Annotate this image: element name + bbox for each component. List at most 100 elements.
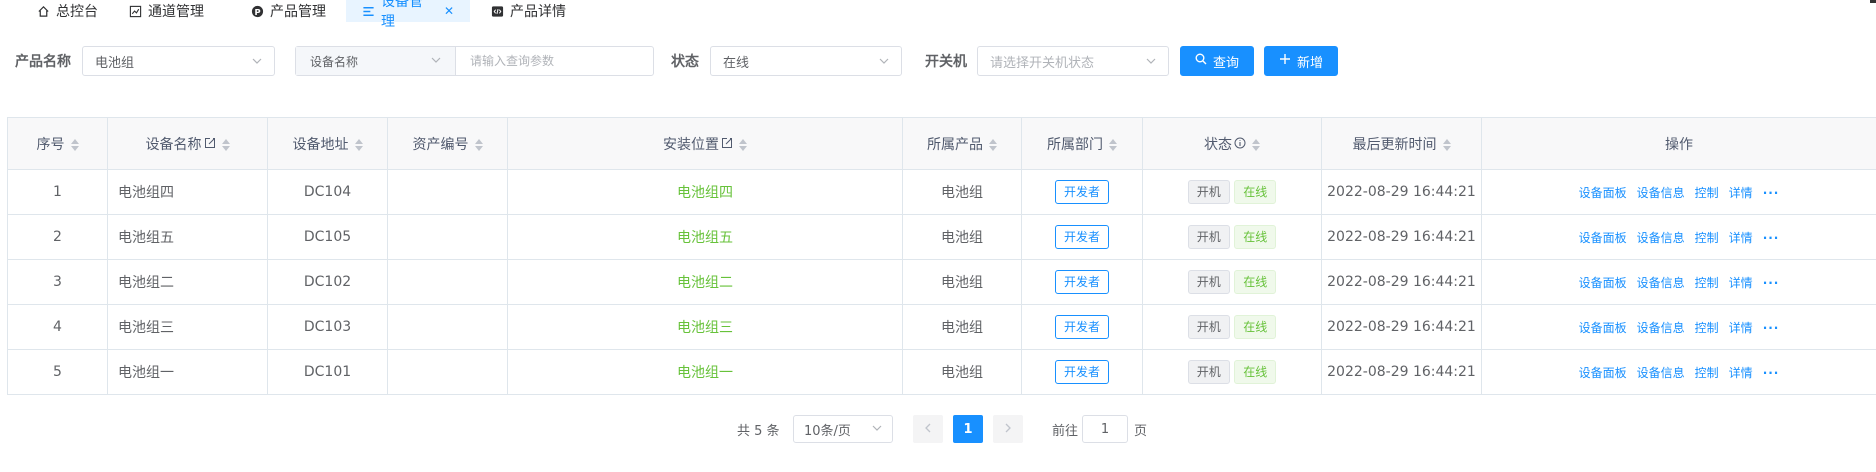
location-link[interactable]: 电池组一 bbox=[677, 365, 733, 381]
cell-product: 电池组 bbox=[902, 349, 1022, 395]
device-info-link[interactable]: 设备信息 bbox=[1637, 366, 1685, 380]
cell-index: 3 bbox=[7, 259, 108, 305]
header-dept[interactable]: 所属部门 bbox=[1021, 117, 1143, 170]
dept-tag: 开发者 bbox=[1054, 180, 1109, 204]
control-link[interactable]: 控制 bbox=[1695, 231, 1719, 245]
chevron-down-icon bbox=[1146, 56, 1156, 66]
sort-icon[interactable] bbox=[1252, 138, 1260, 151]
power-tag: 开机 bbox=[1187, 315, 1230, 339]
device-info-link[interactable]: 设备信息 bbox=[1637, 186, 1685, 200]
page-1-button[interactable]: 1 bbox=[953, 415, 983, 443]
more-icon[interactable]: ··· bbox=[1763, 366, 1780, 380]
cell-index: 2 bbox=[7, 214, 108, 260]
sort-icon[interactable] bbox=[989, 138, 997, 151]
goto-prefix: 前往 bbox=[1052, 423, 1079, 439]
sort-icon[interactable] bbox=[221, 138, 230, 151]
header-index[interactable]: 序号 bbox=[7, 117, 108, 170]
chevron-left-icon bbox=[924, 422, 932, 437]
tab-device[interactable]: 设备管理 ✕ bbox=[346, 0, 470, 30]
device-info-link[interactable]: 设备信息 bbox=[1637, 231, 1685, 245]
cell-address: DC104 bbox=[267, 169, 388, 215]
sort-icon[interactable] bbox=[1109, 138, 1117, 151]
close-icon[interactable]: ✕ bbox=[444, 4, 454, 18]
control-link[interactable]: 控制 bbox=[1695, 186, 1719, 200]
control-link[interactable]: 控制 bbox=[1695, 276, 1719, 290]
dept-tag: 开发者 bbox=[1054, 315, 1109, 339]
location-link[interactable]: 电池组五 bbox=[677, 230, 733, 246]
control-link[interactable]: 控制 bbox=[1695, 366, 1719, 380]
device-panel-link[interactable]: 设备面板 bbox=[1579, 231, 1627, 245]
add-button[interactable]: 新增 bbox=[1264, 46, 1338, 76]
header-label: 安装位置 bbox=[663, 136, 719, 153]
header-status[interactable]: 状态 bbox=[1142, 117, 1322, 170]
next-page-button[interactable] bbox=[993, 415, 1023, 443]
info-icon[interactable] bbox=[1234, 137, 1246, 153]
detail-link[interactable]: 详情 bbox=[1729, 276, 1753, 290]
header-asset[interactable]: 资产编号 bbox=[387, 117, 508, 170]
detail-link[interactable]: 详情 bbox=[1729, 321, 1753, 335]
device-search-combo: 设备名称 bbox=[295, 46, 654, 76]
cell-product: 电池组 bbox=[902, 259, 1022, 305]
tab-label: 产品管理 bbox=[270, 4, 326, 20]
cell-address: DC103 bbox=[267, 304, 388, 350]
header-product[interactable]: 所属产品 bbox=[902, 117, 1022, 170]
cell-dept: 开发者 bbox=[1021, 259, 1143, 305]
device-panel-link[interactable]: 设备面板 bbox=[1579, 186, 1627, 200]
more-icon[interactable]: ··· bbox=[1763, 321, 1780, 335]
cell-status: 开机 在线 bbox=[1142, 259, 1322, 305]
power-tag: 开机 bbox=[1187, 360, 1230, 384]
device-search-input[interactable] bbox=[456, 47, 653, 75]
device-panel-link[interactable]: 设备面板 bbox=[1579, 321, 1627, 335]
control-link[interactable]: 控制 bbox=[1695, 321, 1719, 335]
more-icon[interactable]: ··· bbox=[1763, 276, 1780, 290]
header-name[interactable]: 设备名称 bbox=[107, 117, 268, 170]
online-tag: 在线 bbox=[1234, 225, 1277, 249]
table-row: 2 电池组五 DC105 电池组五 电池组 开发者 开机 在线 2022-08-… bbox=[7, 214, 1876, 260]
chart-icon bbox=[128, 4, 142, 18]
detail-link[interactable]: 详情 bbox=[1729, 366, 1753, 380]
status-select-value: 在线 bbox=[723, 55, 750, 71]
location-link[interactable]: 电池组四 bbox=[677, 185, 733, 201]
home-icon bbox=[36, 4, 50, 18]
product-select[interactable]: 电池组 bbox=[82, 46, 275, 76]
switch-select[interactable]: 请选择开关机状态 bbox=[977, 46, 1169, 76]
location-link[interactable]: 电池组三 bbox=[677, 320, 733, 336]
header-label: 设备地址 bbox=[292, 136, 349, 153]
tab-dashboard[interactable]: 总控台 bbox=[36, 0, 98, 22]
cell-product: 电池组 bbox=[902, 169, 1022, 215]
cell-address: DC102 bbox=[267, 259, 388, 305]
query-button[interactable]: 查询 bbox=[1180, 46, 1254, 76]
prev-page-button[interactable] bbox=[913, 415, 943, 443]
sort-icon[interactable] bbox=[354, 138, 363, 151]
device-panel-link[interactable]: 设备面板 bbox=[1579, 276, 1627, 290]
tab-product-detail[interactable]: 产品详情 bbox=[490, 0, 566, 22]
cell-asset bbox=[387, 214, 508, 260]
header-location[interactable]: 安装位置 bbox=[507, 117, 903, 170]
status-select[interactable]: 在线 bbox=[710, 46, 902, 76]
sort-icon[interactable] bbox=[739, 138, 747, 151]
cell-ops: 设备面板 设备信息 控制 详情 ··· bbox=[1481, 349, 1876, 395]
goto-page-input[interactable]: 1 bbox=[1082, 415, 1128, 443]
detail-link[interactable]: 详情 bbox=[1729, 186, 1753, 200]
sort-icon[interactable] bbox=[1442, 138, 1451, 151]
product-name-label: 产品名称 bbox=[15, 54, 71, 70]
header-address[interactable]: 设备地址 bbox=[267, 117, 388, 170]
more-icon[interactable]: ··· bbox=[1763, 186, 1780, 200]
detail-link[interactable]: 详情 bbox=[1729, 231, 1753, 245]
device-info-link[interactable]: 设备信息 bbox=[1637, 321, 1685, 335]
product-p-icon: P bbox=[250, 4, 264, 18]
header-updated[interactable]: 最后更新时间 bbox=[1321, 117, 1482, 170]
tab-product[interactable]: P 产品管理 bbox=[250, 0, 326, 22]
tab-channel[interactable]: 通道管理 bbox=[128, 0, 204, 22]
sort-icon[interactable] bbox=[70, 138, 79, 151]
device-info-link[interactable]: 设备信息 bbox=[1637, 276, 1685, 290]
more-icon[interactable]: ··· bbox=[1763, 231, 1780, 245]
location-link[interactable]: 电池组二 bbox=[677, 275, 733, 291]
cell-asset bbox=[387, 169, 508, 215]
device-field-select[interactable]: 设备名称 bbox=[296, 47, 456, 75]
cell-ops: 设备面板 设备信息 控制 详情 ··· bbox=[1481, 169, 1876, 215]
sort-icon[interactable] bbox=[474, 138, 483, 151]
svg-text:P: P bbox=[254, 6, 260, 16]
device-panel-link[interactable]: 设备面板 bbox=[1579, 366, 1627, 380]
page-size-select[interactable]: 10条/页 bbox=[793, 415, 893, 443]
